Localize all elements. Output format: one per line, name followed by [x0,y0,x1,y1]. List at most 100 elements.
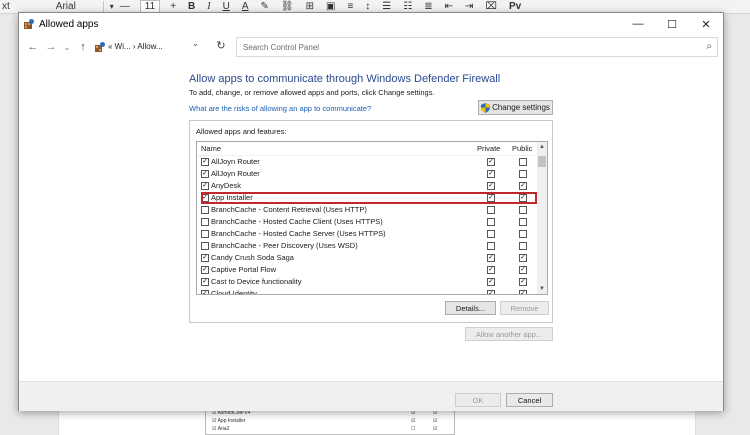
highlighter-icon[interactable]: ✎ [255,1,275,12]
close-button[interactable]: ✕ [689,13,723,35]
app-enabled-checkbox[interactable]: ✓ [201,290,209,294]
title-bar[interactable]: Allowed apps — ☐ ✕ [19,13,723,35]
address-dropdown-icon[interactable]: ⌄ [192,39,199,48]
column-header-public[interactable]: Public [512,144,532,153]
app-enabled-checkbox[interactable]: ✓ [201,254,209,262]
scroll-down-icon[interactable]: ▼ [537,284,547,294]
app-row[interactable]: BranchCache - Hosted Cache Client (Uses … [197,216,547,228]
private-checkbox[interactable]: ✓ [487,182,495,190]
private-checkbox[interactable] [487,206,495,214]
back-arrow-icon[interactable]: ← [25,41,41,53]
private-checkbox[interactable] [487,218,495,226]
minimize-button[interactable]: — [621,13,655,35]
allow-another-app-button[interactable]: Allow another app... [465,327,553,341]
bullet-list-icon[interactable]: ☷ [397,1,418,12]
image-icon[interactable]: ▣ [320,1,341,12]
scroll-thumb[interactable] [538,156,546,167]
underline-button[interactable]: U [217,1,236,12]
app-enabled-checkbox[interactable]: ✓ [201,194,209,202]
public-checkbox[interactable] [519,170,527,178]
app-enabled-checkbox[interactable] [201,242,209,250]
breadcrumb[interactable]: « Wi... › Allow... [95,37,229,56]
public-checkbox[interactable]: ✓ [519,278,527,286]
app-row[interactable]: ✓ AllJoyn Router ✓ [197,168,547,180]
private-checkbox[interactable] [487,230,495,238]
app-row[interactable]: ✓ Cast to Device functionality ✓ ✓ [197,276,547,288]
public-checkbox[interactable] [519,218,527,226]
app-row[interactable]: ✓ Candy Crush Soda Saga ✓ ✓ [197,252,547,264]
app-enabled-checkbox[interactable]: ✓ [201,158,209,166]
clear-format-icon[interactable]: ⌧ [479,1,503,12]
public-checkbox[interactable]: ✓ [519,290,527,294]
link-icon[interactable]: ⛓ [275,1,300,12]
scroll-up-icon[interactable]: ▲ [537,142,547,152]
align-icon[interactable]: ≡ [341,1,359,12]
app-enabled-checkbox[interactable]: ✓ [201,170,209,178]
increase-size-button[interactable]: + [164,1,182,12]
private-checkbox[interactable]: ✓ [487,170,495,178]
search-icon[interactable]: ⌕ [706,41,712,52]
pv-button[interactable]: Pv [503,1,527,12]
app-enabled-checkbox[interactable] [201,206,209,214]
recent-locations-icon[interactable]: ⌄ [59,43,75,52]
app-row[interactable]: ✓ Cloud Identity ✓ ✓ [197,288,547,294]
window-title: Allowed apps [39,18,99,30]
checklist-icon[interactable]: ☰ [376,1,397,12]
app-row[interactable]: ✓ Captive Portal Flow ✓ ✓ [197,264,547,276]
bold-button[interactable]: B [182,1,201,12]
public-checkbox[interactable] [519,206,527,214]
remove-button[interactable]: Remove [500,301,549,315]
line-spacing-icon[interactable]: ↕ [359,1,376,12]
private-checkbox[interactable]: ✓ [487,266,495,274]
background-table-row: ☑ Aria2 ☐ ☑ [212,426,438,432]
column-header-private[interactable]: Private [477,144,500,153]
private-checkbox[interactable]: ✓ [487,254,495,262]
breadcrumb-path[interactable]: « Wi... › Allow... [108,42,163,51]
app-row[interactable]: ✓ AllJoyn Router ✓ [197,156,547,168]
app-row[interactable]: BranchCache - Content Retrieval (Uses HT… [197,204,547,216]
apps-list[interactable]: Name Private Public ✓ AllJoyn Router ✓ ✓ All… [196,141,548,295]
public-checkbox[interactable]: ✓ [519,182,527,190]
style-fragment: xt [2,1,10,12]
insert-icon[interactable]: ⊞ [300,1,320,12]
app-enabled-checkbox[interactable]: ✓ [201,266,209,274]
app-enabled-checkbox[interactable]: ✓ [201,182,209,190]
app-enabled-checkbox[interactable]: ✓ [201,278,209,286]
public-checkbox[interactable]: ✓ [519,266,527,274]
up-arrow-icon[interactable]: ↑ [75,41,91,53]
ok-button[interactable]: OK [455,393,501,407]
italic-button[interactable]: I [201,1,216,12]
search-input[interactable]: Search Control Panel ⌕ [236,37,718,57]
text-color-button[interactable]: A [236,1,255,12]
decrease-size-button[interactable]: — [114,1,136,12]
private-checkbox[interactable]: ✓ [487,290,495,294]
app-row[interactable]: ✓ AnyDesk ✓ ✓ [197,180,547,192]
public-checkbox[interactable] [519,242,527,250]
maximize-button[interactable]: ☐ [655,13,689,35]
risks-link[interactable]: What are the risks of allowing an app to… [189,104,371,113]
private-checkbox[interactable]: ✓ [487,278,495,286]
list-scrollbar[interactable]: ▲ ▼ [537,142,547,294]
outdent-icon[interactable]: ⇤ [439,1,459,12]
app-enabled-checkbox[interactable] [201,218,209,226]
cancel-button[interactable]: Cancel [506,393,553,407]
app-enabled-checkbox[interactable] [201,230,209,238]
private-checkbox[interactable] [487,242,495,250]
public-checkbox[interactable] [519,158,527,166]
app-row[interactable]: ✓ App Installer ✓ ✓ [197,192,547,204]
forward-arrow-icon[interactable]: → [43,41,59,53]
app-row[interactable]: BranchCache - Hosted Cache Server (Uses … [197,228,547,240]
refresh-icon[interactable]: ↻ [211,36,231,56]
public-checkbox[interactable]: ✓ [519,194,527,202]
column-header-name[interactable]: Name [201,144,221,153]
details-button[interactable]: Details... [445,301,496,315]
font-name-box[interactable]: Arial [50,1,104,12]
change-settings-button[interactable]: Change settings [478,100,553,115]
private-checkbox[interactable]: ✓ [487,158,495,166]
public-checkbox[interactable] [519,230,527,238]
numbered-list-icon[interactable]: ≣ [418,1,438,12]
public-checkbox[interactable]: ✓ [519,254,527,262]
indent-icon[interactable]: ⇥ [459,1,479,12]
app-row[interactable]: BranchCache - Peer Discovery (Uses WSD) [197,240,547,252]
private-checkbox[interactable]: ✓ [487,194,495,202]
